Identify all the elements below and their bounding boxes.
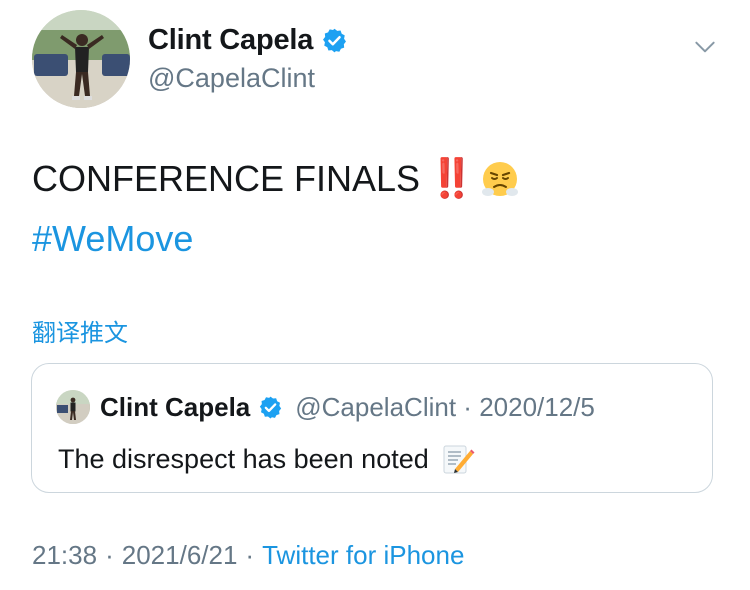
quoted-tweet-text-row: The disrespect has been noted bbox=[58, 442, 475, 476]
tweet-time[interactable]: 21:38 bbox=[32, 540, 97, 570]
quoted-handle: @CapelaClint bbox=[295, 391, 457, 422]
tweet-header: Clint Capela @CapelaClint bbox=[32, 10, 726, 110]
quoted-tweet-text: The disrespect has been noted bbox=[58, 443, 429, 474]
quoted-meta: @CapelaClint · 2020/12/5 bbox=[295, 392, 595, 423]
quoted-display-name: Clint Capela bbox=[100, 391, 251, 422]
verified-badge-icon bbox=[260, 396, 282, 418]
tweet-date[interactable]: 2021/6/21 bbox=[122, 540, 238, 570]
double-exclamation-emoji: ‼️ bbox=[428, 158, 475, 200]
hashtag-link[interactable]: #WeMove bbox=[32, 216, 193, 262]
quoted-tweet-header: Clint Capela @CapelaClint · 2020/12/5 bbox=[56, 390, 595, 424]
meta-separator: · bbox=[463, 391, 472, 422]
face-with-steam-from-nose-icon bbox=[482, 162, 519, 196]
display-name[interactable]: Clint Capela bbox=[148, 24, 313, 57]
translate-tweet-link[interactable]: 翻译推文 bbox=[32, 313, 128, 348]
quoted-date: 2020/12/5 bbox=[479, 391, 595, 422]
tweet-text: CONFERENCE FINALS bbox=[32, 158, 421, 199]
tweet-body: CONFERENCE FINALS ‼️ #WeMove bbox=[32, 156, 520, 262]
display-name-row: Clint Capela bbox=[148, 24, 348, 57]
footer-separator: · bbox=[105, 540, 114, 570]
chevron-down-icon[interactable] bbox=[692, 34, 718, 60]
quoted-avatar-photo bbox=[56, 390, 90, 424]
tweet-source-link[interactable]: Twitter for iPhone bbox=[262, 540, 464, 570]
author-names: Clint Capela @CapelaClint bbox=[148, 24, 348, 94]
quoted-tweet[interactable]: Clint Capela @CapelaClint · 2020/12/5 Th… bbox=[31, 363, 713, 493]
author-handle[interactable]: @CapelaClint bbox=[148, 63, 348, 94]
tweet-card: Clint Capela @CapelaClint CONFERENCE FIN… bbox=[0, 0, 750, 590]
avatar[interactable] bbox=[32, 10, 130, 108]
memo-icon bbox=[443, 445, 475, 474]
avatar-photo bbox=[32, 10, 130, 108]
verified-badge-icon bbox=[323, 28, 347, 53]
quoted-avatar bbox=[56, 390, 90, 424]
tweet-footer: 21:38 · 2021/6/21 · Twitter for iPhone bbox=[32, 540, 464, 571]
footer-separator: · bbox=[245, 540, 255, 570]
tweet-line: CONFERENCE FINALS ‼️ bbox=[32, 156, 520, 202]
